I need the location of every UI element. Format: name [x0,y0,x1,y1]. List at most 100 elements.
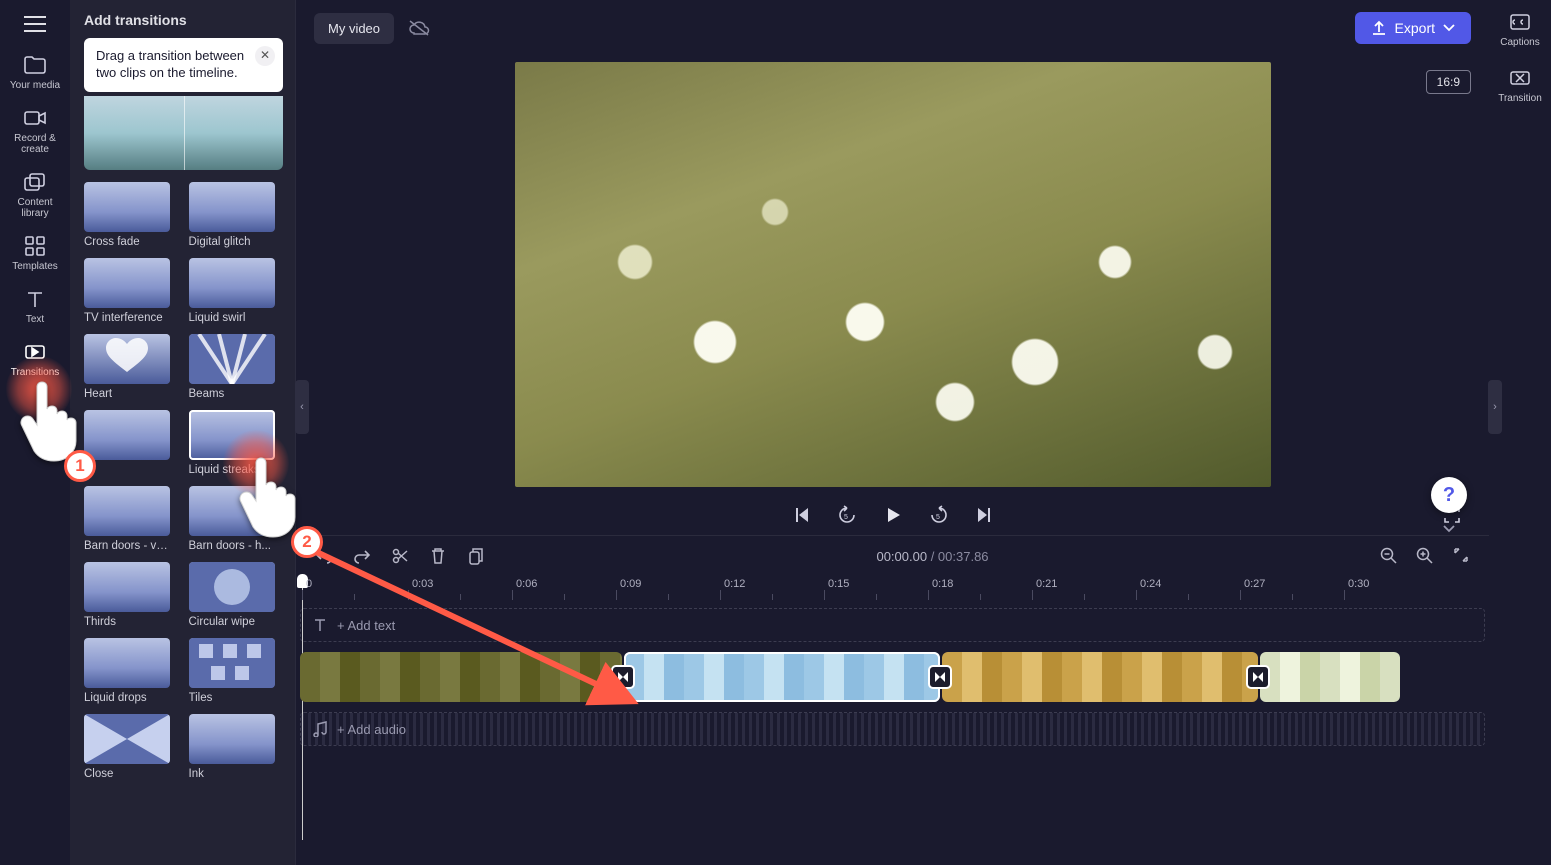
timeline-toolbar: 00:00.00 / 00:37.86 [296,536,1489,576]
sidebar-item-text[interactable]: Text [5,286,65,325]
transition-thumb-liquid-swirl[interactable] [189,258,275,308]
right-rail: Captions Transition › [1489,0,1551,865]
sidebar-item-templates[interactable]: Templates [5,233,65,272]
tooltip-illustration [84,96,283,170]
duplicate-icon[interactable] [466,547,486,565]
transition-thumb-thirds[interactable] [84,562,170,612]
transition-thumb-ink[interactable] [189,714,275,764]
transition-thumb-beams[interactable] [189,334,275,384]
forward-5-icon[interactable]: 5 [928,504,950,526]
svg-text:5: 5 [844,514,848,521]
chevron-down-icon[interactable] [1431,519,1467,539]
rail-label: Your media [5,80,65,91]
left-rail: Your media Record & create Content libra… [0,0,70,865]
help-button[interactable]: ? [1431,477,1467,513]
grid-icon [5,233,65,259]
zoom-out-icon[interactable] [1379,547,1399,565]
transition-thumb-barn-doors-horizontal[interactable] [189,486,275,536]
timeline-zoom [1379,547,1471,565]
upload-icon [1371,20,1387,36]
time-current: 00:00.00 [876,549,927,564]
transitions-icon [5,339,65,365]
project-name[interactable]: My video [314,13,394,44]
add-text-label: + Add text [337,618,395,633]
scissors-icon[interactable] [390,548,410,564]
transition-label: Barn doors - h... [189,540,275,552]
cloud-off-icon[interactable] [408,17,430,39]
transitions-grid: Cross fade Digital glitch TV interferenc… [84,182,283,780]
transition-label: Thirds [84,616,170,628]
chevron-down-icon [1443,24,1455,32]
transition-label: Cross fade [84,236,170,248]
transition-thumb-digital-glitch[interactable] [189,182,275,232]
preview-area: 16:9 [296,56,1489,495]
transition-label: Liquid drops [84,692,170,704]
rightrail-item-captions[interactable]: Captions [1500,10,1539,48]
timeline-section: 00:00.00 / 00:37.86 0 0:03 0:06 0:09 0:1 [296,535,1489,865]
main-area: ‹ My video Export 16:9 [296,0,1489,865]
collapse-right-icon[interactable]: › [1488,380,1502,434]
audio-track[interactable]: + Add audio [300,712,1485,746]
rail-label: Record & create [5,133,65,155]
close-icon[interactable]: ✕ [255,46,275,66]
skip-end-icon[interactable] [974,504,996,526]
redo-icon[interactable] [352,548,372,564]
rail-label: Content library [5,197,65,219]
transition-thumb-unlabeled[interactable] [84,410,170,460]
export-button[interactable]: Export [1355,12,1471,44]
transition-label: Circular wipe [189,616,275,628]
sidebar-item-transitions[interactable]: Transitions [5,339,65,378]
rail-label: Text [5,314,65,325]
menu-icon[interactable] [21,10,49,38]
svg-text:5: 5 [936,514,940,521]
sidebar-item-your-media[interactable]: Your media [5,52,65,91]
rail-label: Transitions [5,367,65,378]
fit-zoom-icon[interactable] [1451,547,1471,565]
play-icon[interactable] [882,504,904,526]
timeline-ruler[interactable]: 0 0:03 0:06 0:09 0:12 0:15 0:18 0:21 0:2… [300,576,1485,600]
transition-label: Close [84,768,170,780]
text-track[interactable]: + Add text [300,608,1485,642]
transition-thumb-circular-wipe[interactable] [189,562,275,612]
transition-label: Ink [189,768,275,780]
folder-icon [5,52,65,78]
transition-thumb-cross-fade[interactable] [84,182,170,232]
music-icon [313,721,327,737]
aspect-ratio-button[interactable]: 16:9 [1426,70,1471,94]
clip-1[interactable] [300,652,622,702]
video-preview[interactable] [515,62,1271,487]
transition-thumb-tiles[interactable] [189,638,275,688]
transition-thumb-barn-doors-vertical[interactable] [84,486,170,536]
transition-thumb-liquid-drops[interactable] [84,638,170,688]
transition-thumb-tv-interference[interactable] [84,258,170,308]
transition-marker-2[interactable] [928,665,952,689]
transition-thumb-close[interactable] [84,714,170,764]
skip-start-icon[interactable] [790,504,812,526]
transition-icon [1498,66,1542,90]
rewind-5-icon[interactable]: 5 [836,504,858,526]
camera-icon [5,105,65,131]
panel-title: Add transitions [84,12,283,28]
add-audio-label: + Add audio [337,722,406,737]
clip-4[interactable] [1260,652,1400,702]
time-duration: 00:37.86 [938,549,989,564]
transition-marker-3[interactable] [1246,665,1270,689]
tooltip-text: Drag a transition between two clips on t… [96,48,244,80]
sidebar-item-record-create[interactable]: Record & create [5,105,65,155]
transition-label: Tiles [189,692,275,704]
transition-marker-1[interactable] [611,665,635,689]
transition-label: Liquid streaks [189,464,275,476]
playback-controls: 5 5 [296,495,1489,535]
clip-2[interactable] [624,652,940,702]
clip-3[interactable] [942,652,1258,702]
transition-thumb-liquid-streaks[interactable] [189,410,275,460]
transition-label: Heart [84,388,170,400]
transition-thumb-heart[interactable] [84,334,170,384]
undo-icon[interactable] [314,548,334,564]
transition-label: Liquid swirl [189,312,275,324]
rightrail-label: Transition [1498,93,1542,104]
rightrail-item-transition[interactable]: Transition [1498,66,1542,104]
zoom-in-icon[interactable] [1415,547,1435,565]
sidebar-item-content-library[interactable]: Content library [5,169,65,219]
trash-icon[interactable] [428,547,448,565]
